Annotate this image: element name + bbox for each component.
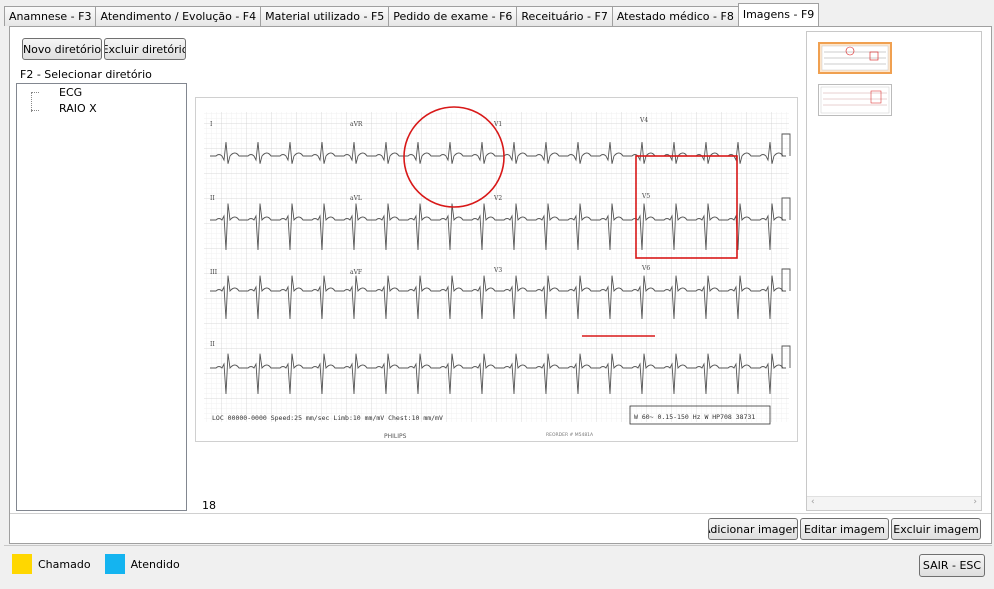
ecg-recorder: REORDER # M5481A [546, 432, 594, 438]
ecg-lead-label: V5 [641, 193, 650, 200]
tab-receituario[interactable]: Receituário - F7 [516, 6, 613, 26]
tab-atendimento[interactable]: Atendimento / Evolução - F4 [95, 6, 262, 26]
select-directory-label: F2 - Selecionar diretório [20, 68, 152, 81]
tree-connector [31, 110, 39, 111]
status-color-atendido [104, 554, 125, 574]
ecg-lead-label: II [210, 195, 215, 202]
ecg-brand: PHILIPS [384, 433, 407, 440]
tab-imagens[interactable]: Imagens - F9 [737, 3, 820, 26]
thumbnail-1[interactable] [818, 42, 892, 74]
ecg-lead-label: aVR [350, 121, 363, 128]
image-viewer[interactable]: IaVR V1 V4 II aVL V2 V5 III aVF V3 V6 II LOC 00000-… [195, 97, 798, 442]
thumbnail-ecg-preview [821, 45, 889, 71]
tree-connector [31, 92, 32, 112]
legend-label-atendido: Atendido [130, 557, 180, 571]
status-color-chamado [12, 554, 32, 574]
tab-material[interactable]: Material utilizado - F5 [260, 6, 390, 26]
thumbnail-scrollbar[interactable]: ‹ › [807, 496, 981, 510]
directory-tree[interactable]: ECG RAIO X [16, 83, 187, 511]
tree-connector [31, 92, 39, 93]
ecg-lead-label: aVL [350, 195, 362, 202]
ecg-lead-label: V6 [641, 265, 650, 272]
ecg-image: IaVR V1V4II aVL V2 V5III aVF V3 V6II LOC 00000-… [196, 98, 797, 441]
ecg-lead-label: V2 [493, 195, 502, 202]
new-directory-button[interactable]: Novo diretório [22, 38, 102, 60]
delete-directory-button[interactable]: Excluir diretório [104, 38, 186, 60]
ecg-footer-right: W 60~ 0.15-150 Hz W HP708 38731 [634, 413, 755, 421]
ecg-lead-label: III [210, 269, 218, 276]
ecg-lead-label: aVF [350, 269, 362, 276]
add-image-button[interactable]: Adicionar imagem [708, 518, 798, 540]
divider [10, 513, 991, 514]
bottom-divider [4, 545, 992, 546]
thumbnail-panel[interactable]: ‹ › [806, 31, 982, 511]
scroll-left-icon[interactable]: ‹ [811, 497, 815, 507]
ecg-lead-label: II [210, 341, 215, 348]
tab-anamnese[interactable]: Anamnese - F3 [4, 6, 97, 26]
scroll-right-icon[interactable]: › [973, 497, 977, 507]
ecg-lead-label: V4 [639, 117, 648, 124]
image-count: 18 [202, 499, 216, 512]
tab-atestado[interactable]: Atestado médico - F8 [611, 6, 739, 26]
directory-panel: Novo diretório Excluir diretório F2 - Se… [14, 31, 189, 511]
status-legend: Chamado Atendido [12, 554, 194, 574]
thumbnail-ecg-preview [820, 86, 890, 114]
tree-item-raio-x[interactable]: RAIO X [59, 102, 97, 115]
tab-page-imagens: Novo diretório Excluir diretório F2 - Se… [9, 26, 992, 544]
ecg-footer-left: LOC 00000-0000 Speed:25 mm/sec Limb:10 m… [212, 414, 443, 422]
exit-button[interactable]: SAIR - ESC [919, 554, 985, 577]
tab-bar: Anamnese - F3 Atendimento / Evolução - F4… [4, 3, 994, 26]
delete-image-button[interactable]: Excluir imagem [891, 518, 981, 540]
tab-pedido[interactable]: Pedido de exame - F6 [388, 6, 518, 26]
ecg-lead-label: V3 [493, 267, 502, 274]
legend-label-chamado: Chamado [38, 557, 91, 571]
thumbnail-2[interactable] [818, 84, 892, 116]
tree-item-ecg[interactable]: ECG [59, 86, 82, 99]
edit-image-button[interactable]: Editar imagem [800, 518, 889, 540]
